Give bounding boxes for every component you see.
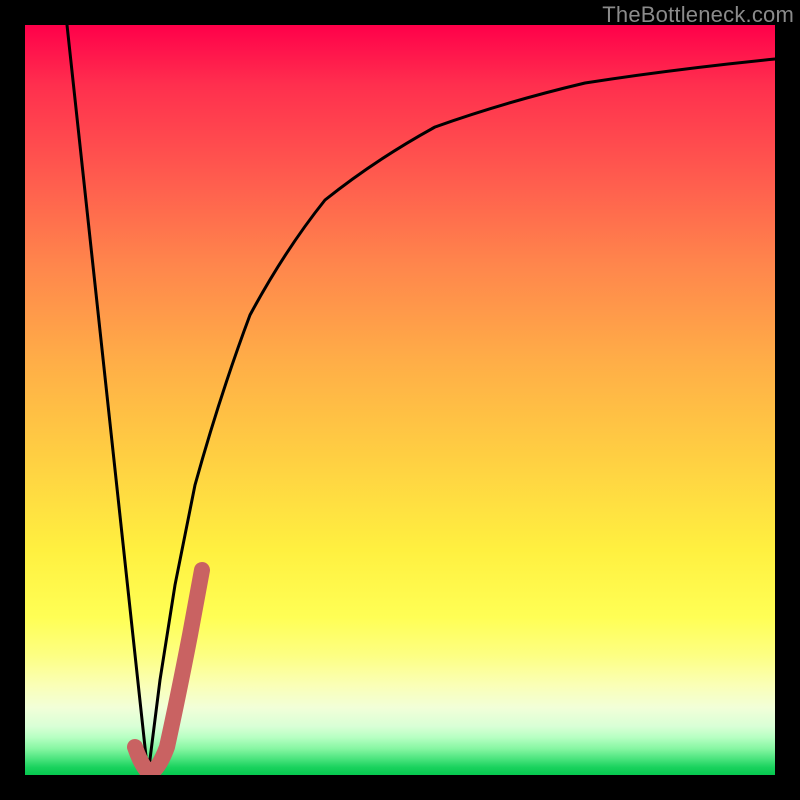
chart-frame: TheBottleneck.com <box>0 0 800 800</box>
left-descending-line <box>67 25 148 775</box>
curve-layer <box>25 25 775 775</box>
watermark-text: TheBottleneck.com <box>602 2 794 28</box>
right-rising-curve <box>148 59 775 775</box>
plot-area <box>25 25 775 775</box>
